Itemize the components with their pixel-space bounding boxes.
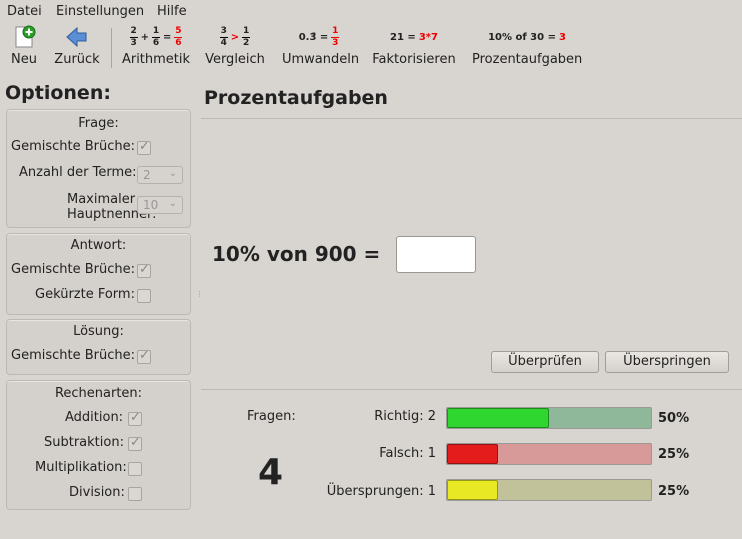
answer-mixed-checkbox[interactable]: ✓ bbox=[137, 262, 151, 278]
back-button[interactable]: Zurück bbox=[54, 24, 100, 70]
question-mixed-label: Gemischte Brüche: bbox=[11, 139, 136, 154]
page-title: Prozentaufgaben bbox=[204, 87, 388, 109]
subtraction-label: Subtraktion: bbox=[44, 435, 124, 450]
new-button[interactable]: Neu bbox=[6, 24, 42, 70]
menu-help[interactable]: Hilfe bbox=[157, 4, 187, 19]
correct-bar bbox=[446, 407, 652, 429]
addition-checkbox[interactable]: ✓ bbox=[128, 410, 142, 426]
check-icon: ✓ bbox=[130, 435, 141, 450]
check-icon: ✓ bbox=[139, 139, 150, 154]
addition-label: Addition: bbox=[65, 410, 124, 425]
skipped-label: Übersprungen: 1 bbox=[326, 484, 436, 499]
factorize-icon: 21 = 3*7 bbox=[390, 31, 438, 43]
question-group: Frage: Gemischte Brüche: ✓ Anzahl der Te… bbox=[6, 109, 191, 228]
question-text: 10% von 900 = bbox=[212, 242, 381, 266]
answer-group: Antwort: Gemischte Brüche: ✓ Gekürzte Fo… bbox=[6, 233, 191, 315]
factorize-label: Faktorisieren bbox=[372, 52, 456, 67]
arithmetic-icon: 23 + 16 = 56 bbox=[129, 25, 183, 48]
solution-mixed-label: Gemischte Brüche: bbox=[11, 348, 136, 363]
wrong-bar-fill bbox=[447, 444, 498, 464]
question-group-title: Frage: bbox=[78, 116, 119, 131]
menu-settings[interactable]: Einstellungen bbox=[56, 4, 144, 19]
chevron-down-icon: ⌄ bbox=[168, 168, 177, 179]
division-checkbox[interactable] bbox=[128, 487, 142, 501]
reduced-form-checkbox[interactable] bbox=[137, 289, 151, 303]
operations-group: Rechenarten: Addition: ✓ Subtraktion: ✓ … bbox=[6, 380, 191, 510]
convert-button[interactable]: 0.3̄ = 13 Umwandeln bbox=[282, 24, 360, 70]
answer-group-title: Antwort: bbox=[70, 238, 127, 253]
skip-button[interactable]: Überspringen bbox=[605, 351, 729, 373]
menu-bar: Datei Einstellungen Hilfe bbox=[0, 0, 742, 22]
reduced-form-label: Gekürzte Form: bbox=[35, 287, 135, 302]
back-label: Zurück bbox=[54, 52, 100, 67]
max-denominator-combo[interactable]: 10 ⌄ bbox=[137, 196, 183, 214]
splitter-handle[interactable]: ⋮ bbox=[196, 291, 203, 298]
percentage-button[interactable]: 10% of 30 = 3 Prozentaufgaben bbox=[472, 24, 582, 70]
toolbar: Neu Zurück 23 + 16 = 56 Arithmetik 34 > … bbox=[0, 22, 742, 72]
arithmetic-button[interactable]: 23 + 16 = 56 Arithmetik bbox=[120, 24, 192, 70]
correct-bar-fill bbox=[447, 408, 549, 428]
convert-icon: 0.3̄ = 13 bbox=[298, 25, 340, 48]
check-icon: ✓ bbox=[130, 410, 141, 425]
skipped-pct: 25% bbox=[658, 484, 690, 499]
multiplication-checkbox[interactable] bbox=[128, 462, 142, 476]
question-mixed-checkbox[interactable]: ✓ bbox=[137, 139, 151, 155]
factorize-button[interactable]: 21 = 3*7 Faktorisieren bbox=[372, 24, 456, 70]
max-denominator-label: Maximaler Hauptnenner: bbox=[67, 192, 157, 222]
check-button[interactable]: Überprüfen bbox=[491, 351, 599, 373]
operations-group-title: Rechenarten: bbox=[54, 386, 143, 401]
title-divider bbox=[201, 118, 742, 119]
subtraction-checkbox[interactable]: ✓ bbox=[128, 435, 142, 451]
division-label: Division: bbox=[69, 485, 125, 500]
wrong-label: Falsch: 1 bbox=[379, 446, 436, 461]
percentage-icon: 10% of 30 = 3 bbox=[488, 31, 566, 43]
questions-label: Fragen: bbox=[247, 409, 296, 424]
stats-divider bbox=[201, 389, 742, 390]
compare-button[interactable]: 34 > 12 Vergleich bbox=[204, 24, 266, 70]
correct-label: Richtig: 2 bbox=[374, 409, 436, 424]
percentage-label: Prozentaufgaben bbox=[472, 52, 583, 67]
toolbar-separator bbox=[111, 28, 112, 68]
correct-pct: 50% bbox=[658, 411, 690, 426]
check-icon: ✓ bbox=[139, 348, 150, 363]
skipped-bar-fill bbox=[447, 480, 498, 500]
arrow-left-icon bbox=[54, 24, 100, 50]
compare-icon: 34 > 12 bbox=[219, 25, 251, 48]
term-count-combo[interactable]: 2 ⌄ bbox=[137, 166, 183, 184]
compare-label: Vergleich bbox=[205, 52, 265, 67]
new-label: Neu bbox=[11, 52, 37, 67]
wrong-pct: 25% bbox=[658, 447, 690, 462]
term-count-label: Anzahl der Terme: bbox=[19, 165, 137, 180]
new-document-icon bbox=[6, 24, 42, 50]
solution-group-title: Lösung: bbox=[73, 324, 124, 339]
wrong-bar bbox=[446, 443, 652, 465]
convert-label: Umwandeln bbox=[282, 52, 360, 67]
solution-group: Lösung: Gemischte Brüche: ✓ bbox=[6, 319, 191, 375]
options-title: Optionen: bbox=[5, 82, 111, 104]
check-icon: ✓ bbox=[139, 262, 150, 277]
answer-input[interactable] bbox=[396, 236, 476, 273]
answer-mixed-label: Gemischte Brüche: bbox=[11, 262, 136, 277]
menu-file[interactable]: Datei bbox=[7, 4, 42, 19]
skipped-bar bbox=[446, 479, 652, 501]
arithmetic-label: Arithmetik bbox=[121, 52, 191, 67]
chevron-down-icon: ⌄ bbox=[168, 198, 177, 209]
solution-mixed-checkbox[interactable]: ✓ bbox=[137, 348, 151, 364]
multiplication-label: Multiplikation: bbox=[35, 460, 127, 475]
questions-count: 4 bbox=[258, 452, 284, 493]
